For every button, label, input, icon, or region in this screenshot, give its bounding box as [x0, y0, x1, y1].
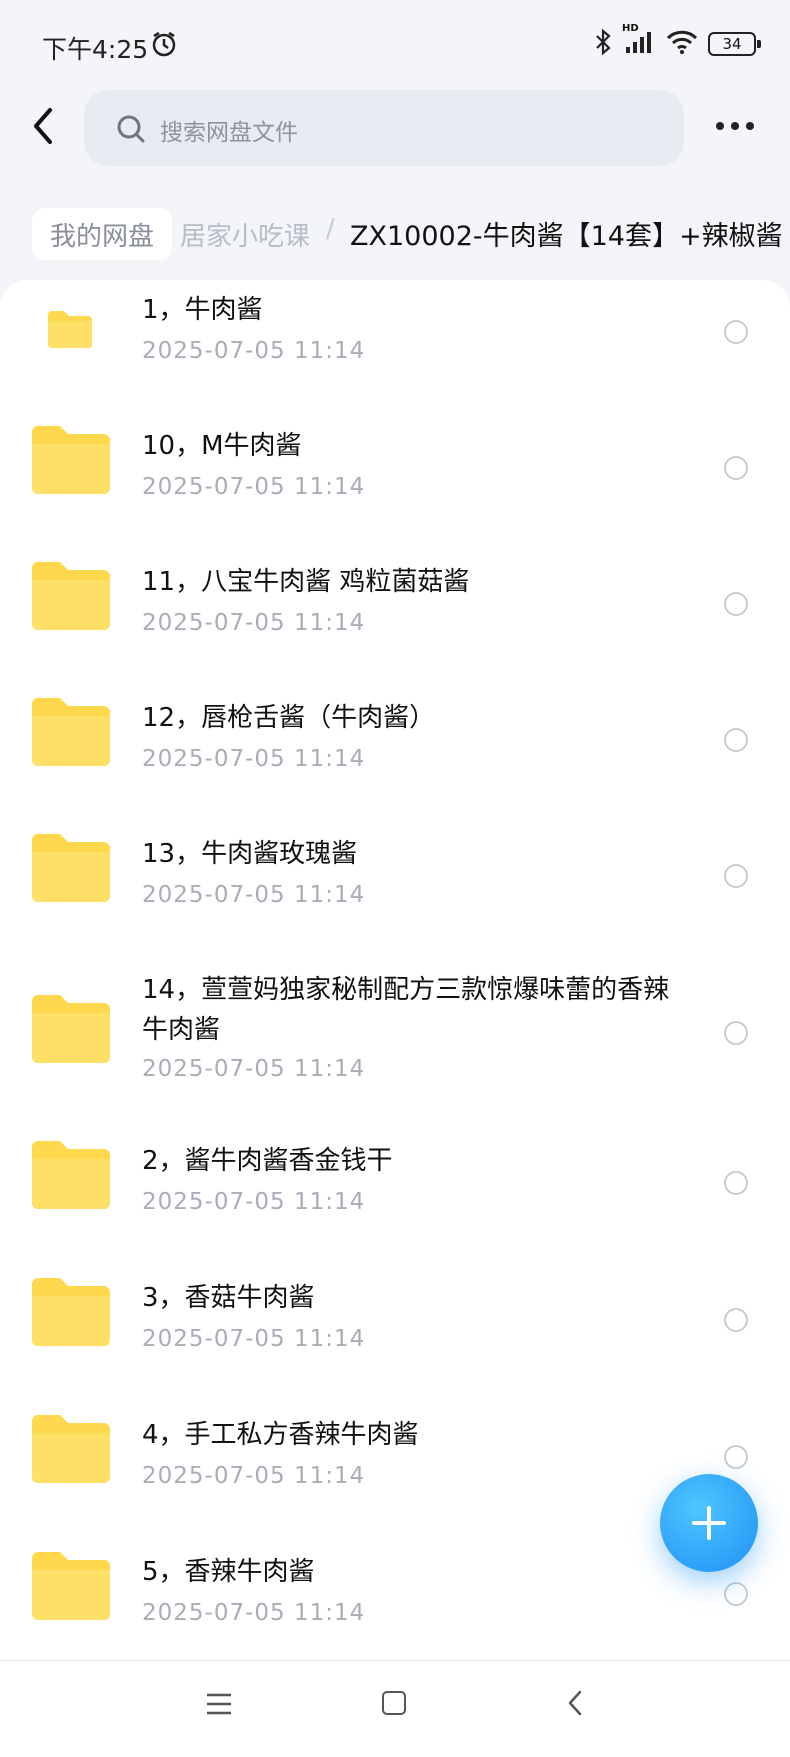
folder-icon — [32, 1415, 110, 1483]
file-name: 12，唇枪舌酱（牛肉酱） — [142, 703, 436, 733]
select-checkbox[interactable] — [724, 592, 748, 616]
file-name: 4，手工私方香辣牛肉酱 — [142, 1420, 419, 1450]
signal-icon: HD — [622, 23, 656, 59]
status-bar: 下午4:25 HD 34 — [0, 0, 790, 90]
dot — [746, 122, 754, 130]
file-name: 13，牛肉酱玫瑰酱 — [142, 839, 358, 869]
folder-icon — [48, 311, 92, 348]
folder-icon — [32, 995, 110, 1063]
search-placeholder: 搜索网盘文件 — [160, 120, 298, 146]
folder-icon — [32, 1141, 110, 1209]
add-button[interactable] — [660, 1474, 758, 1572]
folder-icon — [32, 834, 110, 902]
search-input[interactable]: 搜索网盘文件 — [84, 90, 684, 166]
file-date: 2025-07-05 11:14 — [142, 338, 366, 364]
file-date: 2025-07-05 11:14 — [142, 882, 366, 908]
file-name: 10，M牛肉酱 — [142, 431, 302, 461]
home-icon[interactable] — [382, 1691, 406, 1715]
select-checkbox[interactable] — [724, 1445, 748, 1469]
select-checkbox[interactable] — [724, 1308, 748, 1332]
select-checkbox[interactable] — [724, 864, 748, 888]
file-name: 5，香辣牛肉酱 — [142, 1557, 315, 1587]
file-date: 2025-07-05 11:14 — [142, 1189, 366, 1215]
select-checkbox[interactable] — [724, 1021, 748, 1045]
file-date: 2025-07-05 11:14 — [142, 1326, 366, 1352]
file-name: 14，萱萱妈独家秘制配方三款惊爆味蕾的香辣牛肉酱 — [142, 975, 670, 1045]
system-nav-bar — [0, 1660, 790, 1757]
select-checkbox[interactable] — [724, 1171, 748, 1195]
file-date: 2025-07-05 11:14 — [142, 1600, 366, 1626]
file-date: 2025-07-05 11:14 — [142, 1463, 366, 1489]
back-button[interactable] — [28, 104, 68, 154]
folder-icon — [32, 426, 110, 494]
breadcrumb-separator: / — [326, 214, 335, 244]
folder-icon — [32, 1278, 110, 1346]
file-date: 2025-07-05 11:14 — [142, 1056, 366, 1082]
dot — [731, 122, 739, 130]
status-time: 下午4:25 — [42, 35, 149, 64]
wifi-icon — [666, 29, 698, 59]
breadcrumb-current: ZX10002-牛肉酱【14套】+辣椒酱 — [350, 221, 783, 252]
file-date: 2025-07-05 11:14 — [142, 746, 366, 772]
alarm-icon — [150, 30, 178, 62]
select-checkbox[interactable] — [724, 728, 748, 752]
file-name: 2，酱牛肉酱香金钱干 — [142, 1146, 393, 1176]
file-date: 2025-07-05 11:14 — [142, 474, 366, 500]
file-date: 2025-07-05 11:14 — [142, 610, 366, 636]
select-checkbox[interactable] — [724, 1582, 748, 1606]
back-icon[interactable] — [566, 1689, 584, 1717]
breadcrumb: 我的网盘 居家小吃课 / ZX10002-牛肉酱【14套】+辣椒酱 — [0, 200, 790, 260]
battery-icon: 34 — [708, 32, 761, 56]
file-name: 1，牛肉酱 — [142, 295, 263, 325]
select-checkbox[interactable] — [724, 456, 748, 480]
bluetooth-icon — [594, 28, 612, 60]
dot — [716, 122, 724, 130]
search-icon — [116, 114, 146, 148]
file-name: 11，八宝牛肉酱 鸡粒菌菇酱 — [142, 567, 470, 597]
folder-icon — [32, 562, 110, 630]
file-list: 1，牛肉酱 2025-07-05 11:14 10，M牛肉酱 2025-07-0… — [0, 280, 790, 1690]
breadcrumb-parent[interactable]: 居家小吃课 — [180, 216, 310, 253]
more-options-button[interactable] — [716, 116, 760, 136]
folder-icon — [32, 1552, 110, 1620]
folder-icon — [32, 698, 110, 766]
network-type-label: HD — [622, 23, 639, 34]
file-name: 3，香菇牛肉酱 — [142, 1283, 315, 1313]
breadcrumb-home[interactable]: 我的网盘 — [32, 208, 173, 260]
select-checkbox[interactable] — [724, 320, 748, 344]
menu-icon[interactable] — [206, 1693, 232, 1715]
chevron-left-icon — [34, 108, 52, 144]
